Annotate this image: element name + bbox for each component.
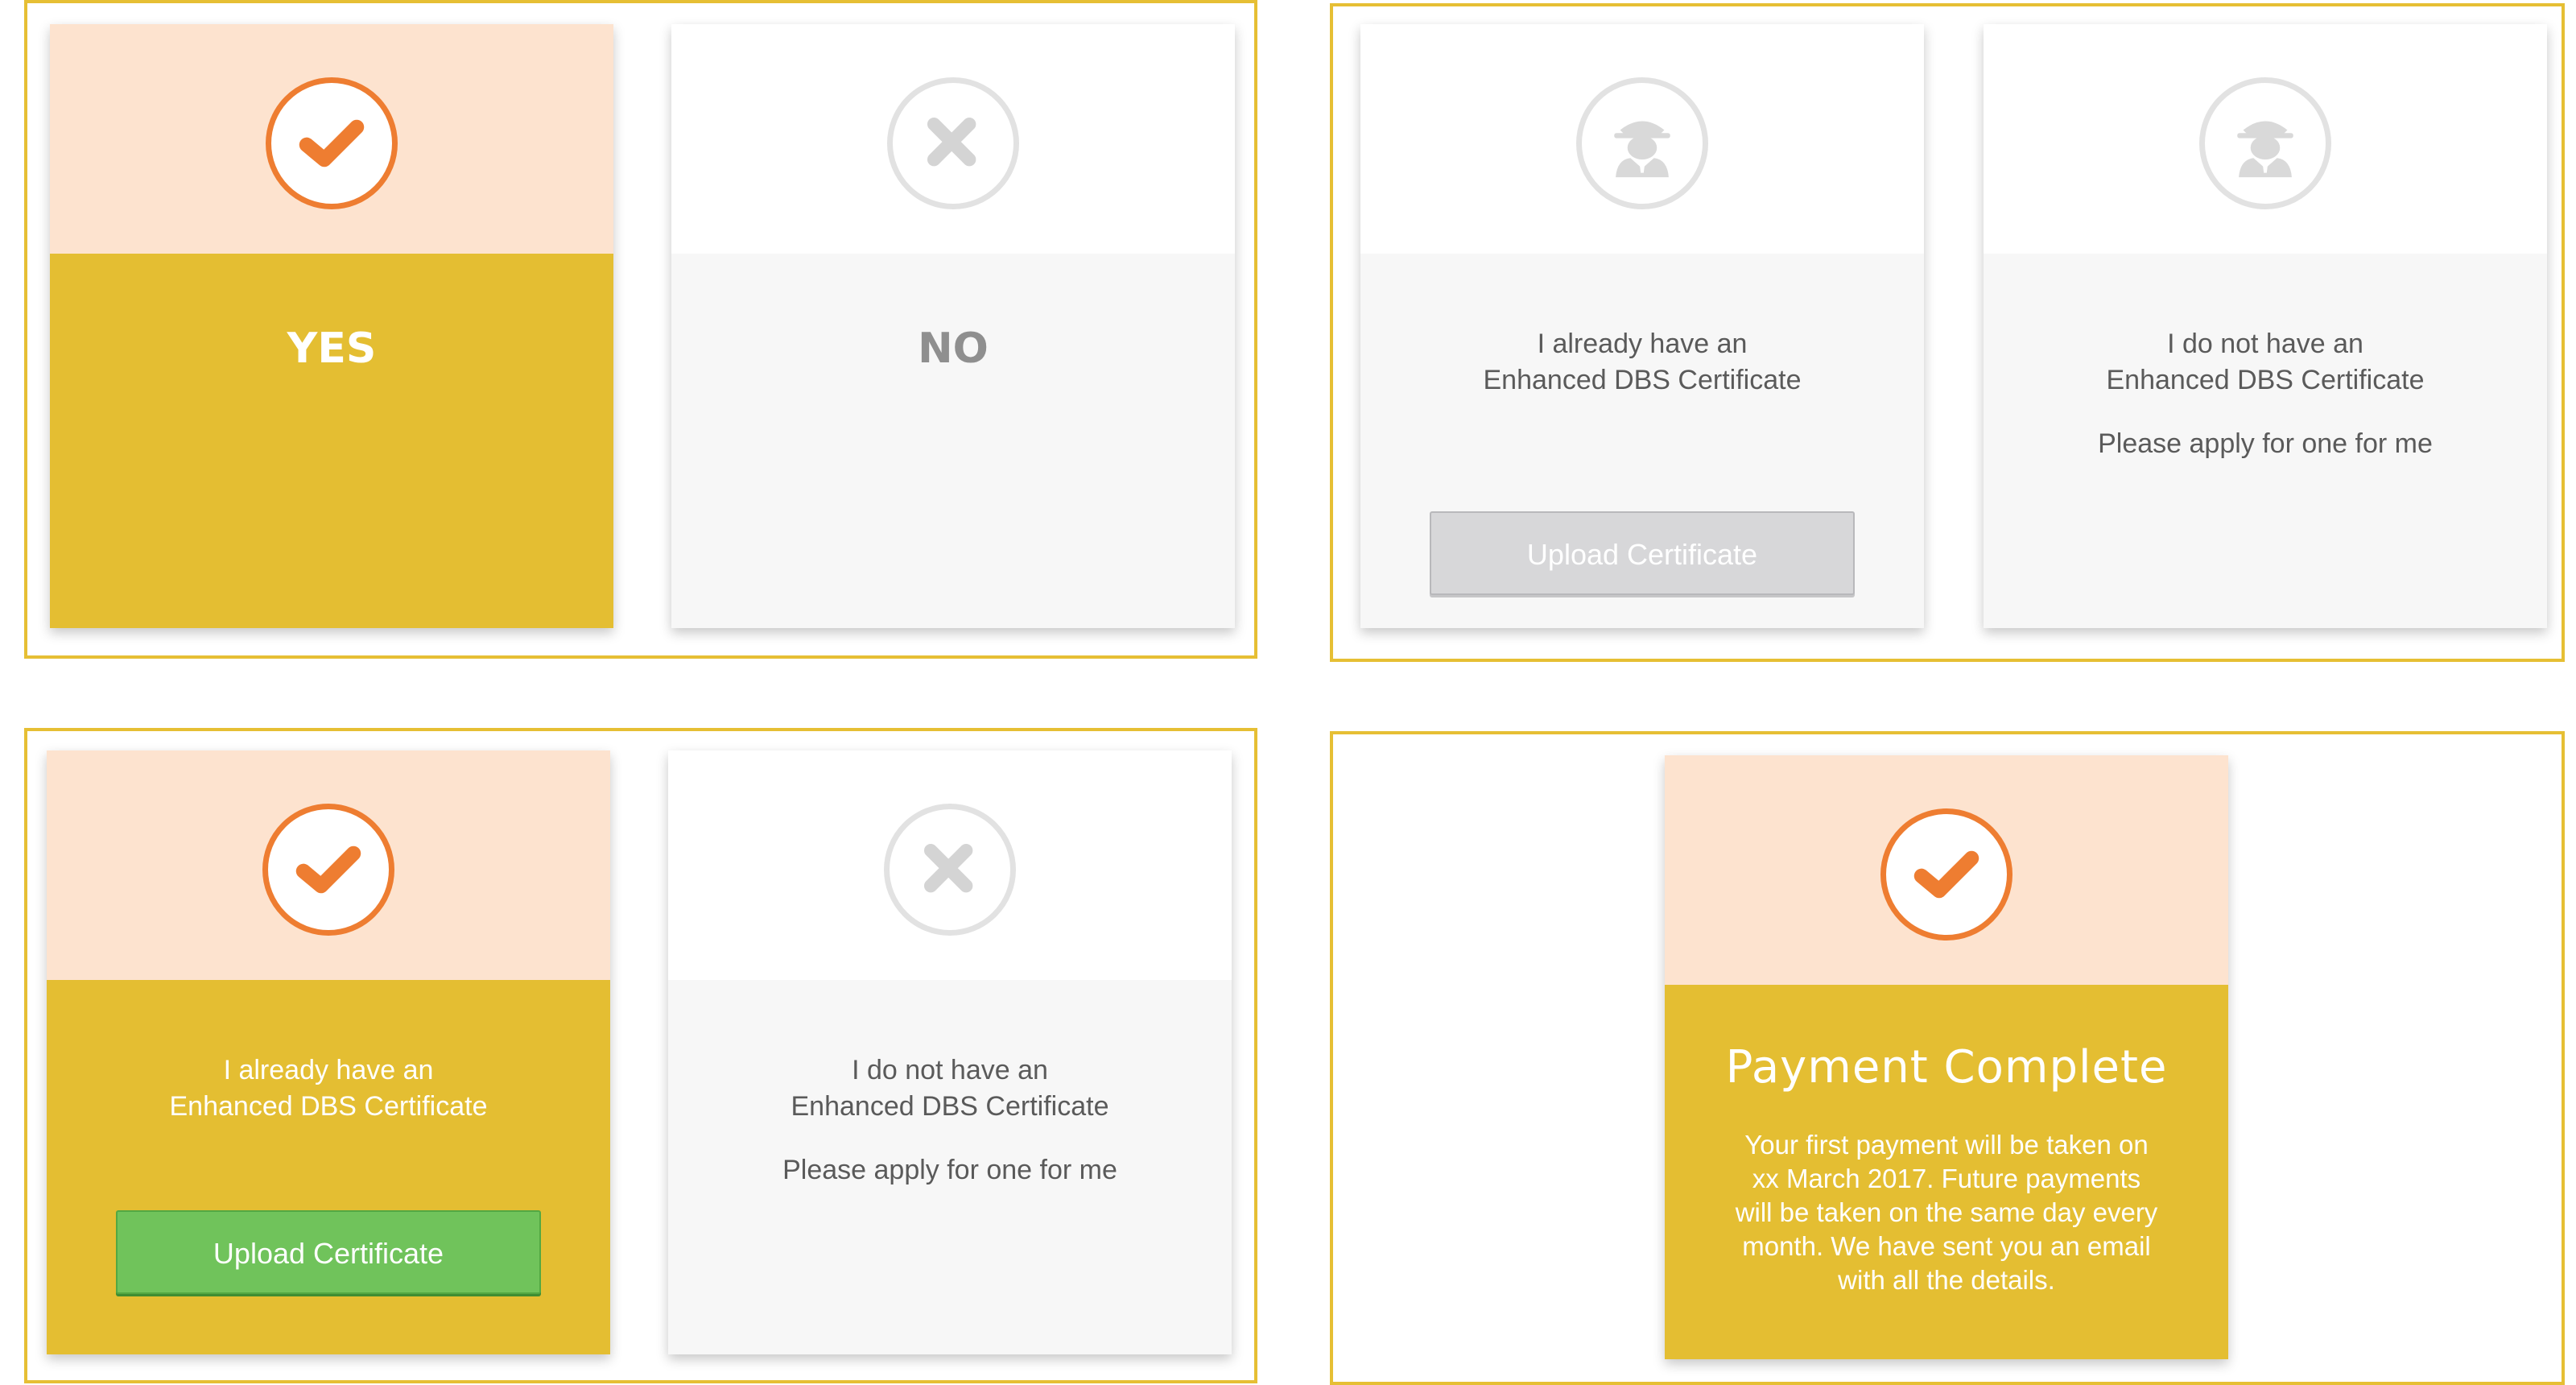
upload-certificate-button-disabled[interactable]: Upload Certificate xyxy=(1430,511,1855,595)
payment-desc-line: month. We have sent you an email xyxy=(1742,1231,2151,1261)
upload-certificate-button[interactable]: Upload Certificate xyxy=(116,1210,541,1294)
no-label: NO xyxy=(918,325,989,373)
have-dbs-selected-line2: Enhanced DBS Certificate xyxy=(169,1091,488,1122)
not-have-dbs-2-line3: Please apply for one for me xyxy=(782,1155,1117,1185)
spy-icon xyxy=(1576,77,1708,209)
payment-desc-line: will be taken on the same day every xyxy=(1735,1197,2158,1227)
not-have-dbs-card-2[interactable]: I do not have an Enhanced DBS Certificat… xyxy=(668,750,1232,1354)
payment-description: Your first payment will be taken on xx M… xyxy=(1705,1128,2188,1297)
payment-complete-title: Payment Complete xyxy=(1725,1041,2168,1094)
not-have-dbs-card[interactable]: I do not have an Enhanced DBS Certificat… xyxy=(1984,24,2547,628)
check-icon xyxy=(262,804,394,936)
not-have-dbs-2-line2: Enhanced DBS Certificate xyxy=(791,1091,1109,1122)
check-icon xyxy=(266,77,398,209)
have-dbs-card-selected[interactable]: I already have an Enhanced DBS Certifica… xyxy=(47,750,610,1354)
payment-desc-line: with all the details. xyxy=(1838,1265,2055,1295)
have-dbs-card[interactable]: I already have an Enhanced DBS Certifica… xyxy=(1360,24,1924,628)
payment-desc-line: xx March 2017. Future payments xyxy=(1752,1164,2141,1193)
spy-icon xyxy=(2199,77,2331,209)
check-icon xyxy=(1880,808,2013,941)
no-option-card[interactable]: NO xyxy=(671,24,1235,628)
payment-complete-card: Payment Complete Your first payment will… xyxy=(1665,755,2228,1359)
cross-icon xyxy=(884,804,1016,936)
yes-option-card[interactable]: YES xyxy=(50,24,613,628)
payment-desc-line: Your first payment will be taken on xyxy=(1744,1130,2149,1160)
not-have-dbs-2-line1: I do not have an xyxy=(852,1055,1048,1085)
cross-icon xyxy=(887,77,1019,209)
not-have-dbs-line3: Please apply for one for me xyxy=(2098,428,2433,459)
not-have-dbs-line2: Enhanced DBS Certificate xyxy=(2106,365,2425,395)
have-dbs-line2: Enhanced DBS Certificate xyxy=(1483,365,1802,395)
not-have-dbs-line1: I do not have an xyxy=(2167,329,2363,359)
have-dbs-selected-line1: I already have an xyxy=(223,1055,434,1085)
have-dbs-line1: I already have an xyxy=(1537,329,1748,359)
yes-label: YES xyxy=(287,325,377,373)
